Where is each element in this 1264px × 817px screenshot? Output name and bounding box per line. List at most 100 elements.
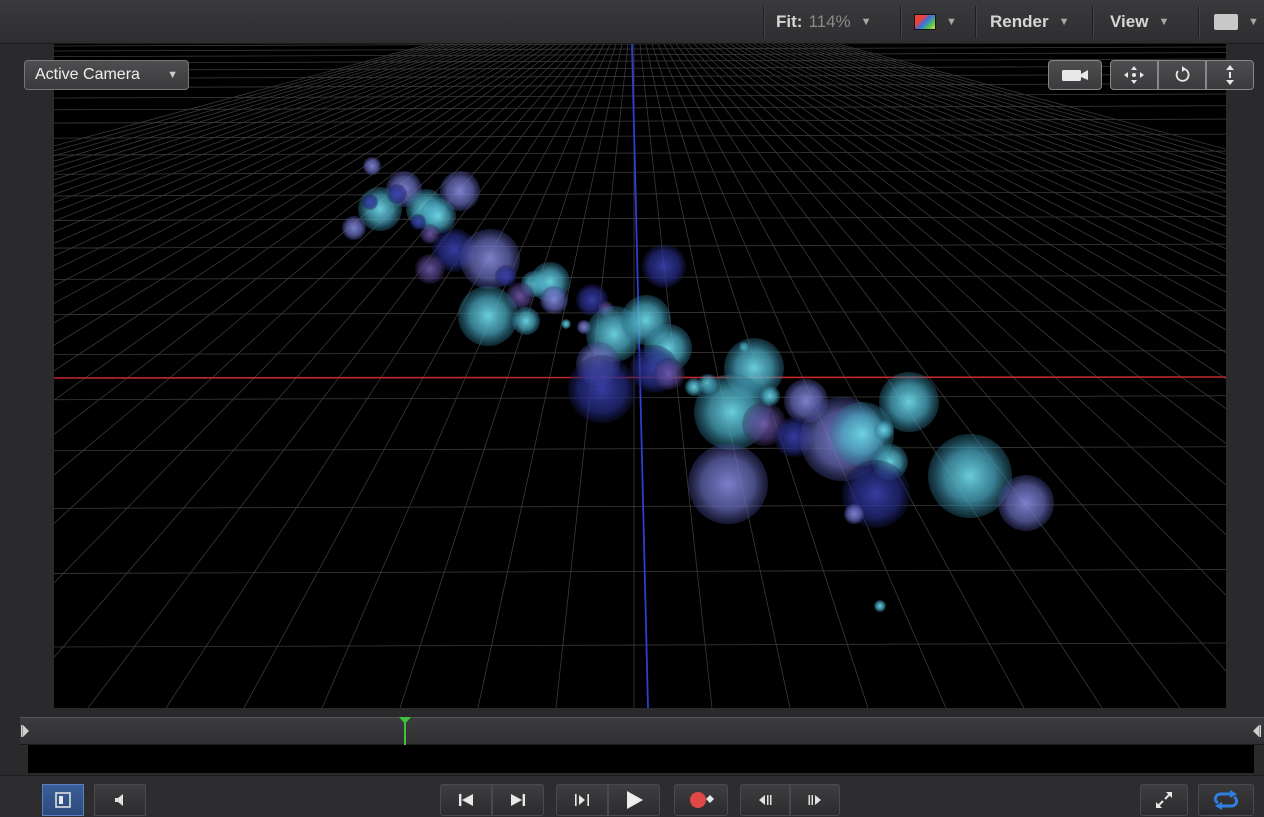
grid-line [54,44,587,658]
go-to-end-button[interactable] [492,784,544,816]
next-frame-button[interactable] [790,784,840,816]
camera-view-button[interactable] [1048,60,1102,90]
grid-line [705,44,1226,445]
go-to-start-button[interactable] [440,784,492,816]
canvas-viewport[interactable] [54,44,1226,708]
grid-line [783,44,1226,208]
particle-sphere [998,475,1054,531]
play-selection-icon [575,794,589,806]
chevron-down-icon: ▼ [1058,16,1070,28]
layout-menu[interactable]: ▼ [1214,0,1259,44]
next-frame-icon [808,795,821,805]
grid-line [54,150,1226,156]
audio-button[interactable] [94,784,146,816]
chevron-down-icon: ▼ [1248,16,1259,28]
toolbar-separator [763,6,764,38]
pan-icon [1124,66,1144,84]
view-menu[interactable]: View ▼ [1110,0,1169,44]
go-to-start-icon [459,794,473,806]
toolbar-separator [900,6,901,38]
particle-sphere [362,194,378,210]
record-button[interactable] [674,784,728,816]
grid-line [54,44,581,584]
grid-line [54,243,1226,249]
particle-sphere [540,286,568,314]
grid-line [54,52,1226,58]
grid-line [54,44,467,181]
chevron-down-icon: ▼ [1158,16,1170,28]
grid-line [54,44,551,372]
grid-line [54,44,485,204]
grid-line [54,569,1226,574]
chevron-down-icon: ▼ [860,16,872,28]
chevron-down-icon: ▼ [167,69,178,81]
grid-line [723,44,1226,354]
grid-line [54,44,449,162]
dolly-tool-button[interactable] [1206,60,1254,90]
canvas-scene [54,44,1226,708]
grid-line [735,44,1226,311]
previous-frame-icon [759,795,772,805]
show-hide-panel-icon [55,792,71,808]
grid-line [54,44,545,346]
pan-tool-button[interactable] [1110,60,1158,90]
play-button[interactable] [608,784,660,816]
loop-icon [1213,790,1239,810]
grid-line [807,44,1226,178]
grid-line [54,44,509,244]
grid-line [801,44,1226,185]
particle-sphere [844,504,864,524]
particle-sphere [760,386,780,406]
grid-line [54,642,1226,648]
show-hide-panel-button[interactable] [42,784,84,816]
particle-sphere [688,444,768,524]
top-toolbar: Fit: 114% ▼ ▼ Render ▼ View ▼ ▼ [0,0,1264,44]
particle-sphere [561,319,571,329]
play-range-start-icon[interactable] [20,717,30,745]
camera-select-label: Active Camera [35,66,140,83]
camera-icon [1062,70,1088,81]
orbit-icon [1175,66,1190,82]
grid-line [54,44,521,271]
particle-sphere [415,254,445,284]
particle-sphere [342,216,366,240]
grid-line [54,44,437,152]
fit-zoom-menu[interactable]: Fit: 114% ▼ [776,0,872,44]
fit-value: 114% [808,12,851,31]
grid-line [777,44,1226,217]
toolbar-separator [1198,6,1199,38]
grid-line [54,274,1226,280]
grid-line [54,44,479,195]
play-range-end-icon[interactable] [1252,717,1262,745]
fullscreen-icon [1156,792,1172,808]
loop-button[interactable] [1198,784,1254,816]
grid-line [831,44,1226,155]
playhead-icon[interactable] [398,715,412,745]
layout-icon [1214,14,1238,30]
camera-select[interactable]: Active Camera ▼ [24,60,189,90]
fullscreen-button[interactable] [1140,784,1188,816]
fit-label: Fit: [776,12,803,31]
grid-line [54,44,491,212]
grid-line [54,44,533,304]
orbit-tool-button[interactable] [1158,60,1206,90]
color-channels-icon [914,14,936,30]
render-menu[interactable]: Render ▼ [990,0,1069,44]
grid-line [711,44,1226,410]
grid-line [54,216,1226,221]
timeline-track[interactable] [28,745,1254,773]
grid-line [771,44,1226,227]
audio-icon [115,794,123,806]
previous-frame-button[interactable] [740,784,790,816]
channels-menu[interactable]: ▼ [914,0,957,44]
go-to-end-icon [511,794,525,806]
toolbar-separator [975,6,976,38]
grid-line [717,44,1226,380]
dolly-icon [1226,65,1234,85]
play-selection-button[interactable] [556,784,608,816]
chevron-down-icon: ▼ [946,16,957,28]
particle-sphere [874,420,894,440]
grid-line [54,44,503,233]
mini-timeline[interactable] [20,717,1264,745]
grid-line [789,44,1226,200]
